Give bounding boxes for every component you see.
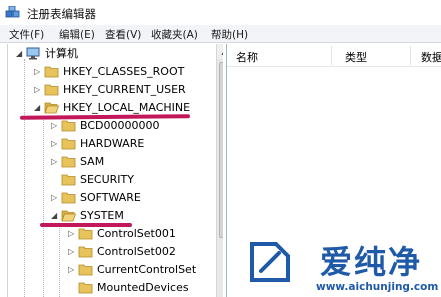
tree-item-label: BCD00000000 <box>80 119 160 132</box>
folder-icon <box>78 281 93 294</box>
watermark: 爱纯净 www.aichunjing.com <box>248 240 441 297</box>
tree-item-bcd00000000[interactable]: ▷ BCD00000000 <box>8 118 208 134</box>
folder-icon <box>78 245 93 258</box>
expand-arrow-icon[interactable]: ▷ <box>34 68 41 76</box>
tree-item-label: CurrentControlSet <box>97 263 197 276</box>
tree-item-mounteddevices[interactable]: MountedDevices <box>8 280 208 296</box>
list-header: 名称 类型 数据 <box>227 44 441 67</box>
tree-item-currentcontrolset[interactable]: ▷ CurrentControlSet <box>8 262 208 278</box>
folder-icon <box>61 137 76 150</box>
tree-item-hkey-classes-root[interactable]: ▷ HKEY_CLASSES_ROOT <box>8 64 208 80</box>
expand-arrow-icon[interactable]: ▷ <box>34 86 41 94</box>
tree-item-label: SOFTWARE <box>80 191 141 204</box>
tree-item-system[interactable]: ◢ SYSTEM <box>8 208 208 224</box>
expand-arrow-icon[interactable]: ▷ <box>68 266 75 274</box>
tree-item-label: SECURITY <box>80 173 134 186</box>
expand-arrow-icon[interactable]: ▷ <box>51 194 58 202</box>
folder-icon <box>61 173 76 186</box>
aichunjing-logo-icon <box>248 240 292 284</box>
expand-arrow-icon[interactable]: ▷ <box>51 122 58 130</box>
folder-icon <box>61 155 76 168</box>
menu-help[interactable]: 帮助(H) <box>211 27 248 42</box>
collapse-arrow-icon[interactable]: ◢ <box>16 50 23 58</box>
tree-item-security[interactable]: SECURITY <box>8 172 208 188</box>
watermark-brand: 爱纯净 <box>320 243 423 281</box>
computer-icon <box>26 47 41 60</box>
scrollbar-thumb[interactable] <box>219 62 223 238</box>
folder-icon <box>61 119 76 132</box>
column-header-data[interactable]: 数据 <box>421 49 441 65</box>
tree-item-controlset002[interactable]: ▷ ControlSet002 <box>8 244 208 260</box>
tree-item-sam[interactable]: ▷ SAM <box>8 154 208 170</box>
menu-file[interactable]: 文件(F) <box>9 27 44 42</box>
collapse-arrow-icon[interactable]: ◢ <box>51 212 58 220</box>
window-title: 注册表编辑器 <box>27 7 96 21</box>
expand-arrow-icon[interactable]: ▷ <box>51 158 58 166</box>
folder-icon <box>78 227 93 240</box>
highlight-underline <box>40 223 132 227</box>
expand-arrow-icon[interactable]: ▷ <box>68 230 75 238</box>
tree-item-label: SYSTEM <box>80 209 124 222</box>
tree-item-label: ControlSet002 <box>97 245 176 258</box>
tree-item-hardware[interactable]: ▷ HARDWARE <box>8 136 208 152</box>
tree-item-computer[interactable]: ◢ 计算机 <box>8 46 208 62</box>
regedit-icon <box>5 5 20 20</box>
collapse-arrow-icon[interactable]: ◢ <box>34 104 41 112</box>
menu-view[interactable]: 查看(V) <box>105 27 141 42</box>
tree-item-software[interactable]: ▷ SOFTWARE <box>8 190 208 206</box>
watermark-url: www.aichunjing.com <box>316 281 439 293</box>
tree-item-label: 计算机 <box>45 47 78 60</box>
title-bar: 注册表编辑器 <box>0 0 441 24</box>
column-header-type[interactable]: 类型 <box>345 49 367 65</box>
folder-icon <box>44 83 59 96</box>
tree-scrollbar[interactable]: ▲ <box>216 44 223 297</box>
folder-open-icon <box>61 209 77 222</box>
column-separator[interactable] <box>331 46 332 65</box>
tree-item-label: HKEY_CURRENT_USER <box>63 83 186 96</box>
expand-arrow-icon[interactable]: ▷ <box>68 248 75 256</box>
tree-item-label: SAM <box>80 155 105 168</box>
menu-favorites[interactable]: 收藏夹(A) <box>151 27 198 42</box>
folder-open-icon <box>44 101 60 114</box>
folder-icon <box>78 263 93 276</box>
folder-icon <box>61 191 76 204</box>
column-header-name[interactable]: 名称 <box>236 49 258 65</box>
scroll-up-arrow-icon[interactable]: ▲ <box>217 44 223 59</box>
tree-item-label: ControlSet001 <box>97 227 176 240</box>
tree-item-label: MountedDevices <box>97 281 189 294</box>
menu-bar: 文件(F) 编辑(E) 查看(V) 收藏夹(A) 帮助(H) <box>0 25 441 43</box>
menu-edit[interactable]: 编辑(E) <box>59 27 95 42</box>
column-separator[interactable] <box>410 46 411 65</box>
tree-item-label: HKEY_CLASSES_ROOT <box>63 65 185 78</box>
folder-icon <box>44 65 59 78</box>
tree-item-label: HARDWARE <box>80 137 145 150</box>
tree-item-controlset001[interactable]: ▷ ControlSet001 <box>8 226 208 242</box>
expand-arrow-icon[interactable]: ▷ <box>51 140 58 148</box>
tree-item-hkey-current-user[interactable]: ▷ HKEY_CURRENT_USER <box>8 82 208 98</box>
registry-tree[interactable]: ◢ 计算机 ▷ HKEY_CLASSES_ROOT ▷ HKEY_CURRENT… <box>7 44 223 297</box>
